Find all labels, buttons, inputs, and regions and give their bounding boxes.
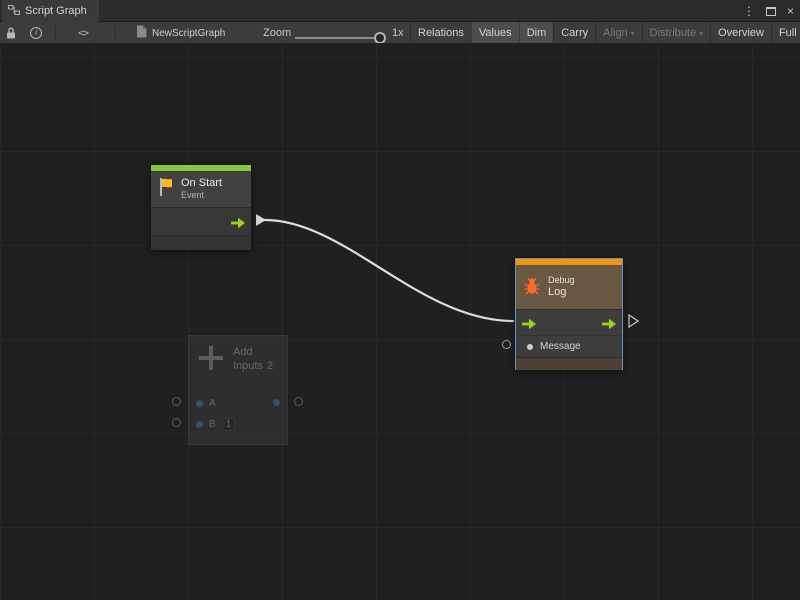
wire-source-arrow-icon — [256, 214, 266, 226]
add-title-line2: Inputs — [233, 359, 263, 373]
debug-footer — [516, 357, 622, 370]
input-b-value-field[interactable]: 1 — [222, 418, 236, 431]
input-a-port[interactable] — [196, 400, 203, 407]
input-b-target-ring[interactable] — [172, 418, 181, 427]
debug-title: Log — [548, 286, 575, 299]
on-start-title: On Start — [181, 177, 222, 190]
control-wire[interactable] — [265, 220, 513, 321]
script-graph-window: Script Graph ⋮ × i <> — [0, 0, 800, 600]
info-icon-glyph: i — [30, 27, 42, 39]
align-button[interactable]: Align ▾ — [595, 22, 641, 44]
info-icon[interactable]: i — [30, 22, 42, 44]
edit-code-icon[interactable]: <> — [78, 22, 88, 44]
overview-button[interactable]: Overview — [710, 22, 771, 44]
message-port-ring[interactable] — [502, 340, 511, 349]
distribute-button-label: Distribute — [650, 27, 696, 39]
toolbar-buttons: Relations Values Dim Carry Align ▾ Distr… — [410, 22, 800, 44]
flag-icon — [157, 176, 175, 203]
input-b-port[interactable] — [196, 421, 203, 428]
dim-button[interactable]: Dim — [519, 22, 554, 44]
chevron-down-icon: ▾ — [699, 29, 703, 38]
debug-category: Debug — [548, 275, 575, 286]
zoom-label: Zoom — [263, 22, 291, 44]
close-icon[interactable]: × — [787, 4, 794, 18]
values-button[interactable]: Values — [471, 22, 519, 44]
zoom-slider-track[interactable] — [295, 37, 385, 39]
graph-canvas[interactable]: On Start Event — [0, 44, 800, 600]
add-node-title: Add Inputs — [233, 345, 263, 373]
node-on-start[interactable]: On Start Event — [150, 164, 252, 250]
message-value-port[interactable] — [527, 344, 533, 350]
carry-button[interactable]: Carry — [553, 22, 595, 44]
relations-button[interactable]: Relations — [410, 22, 471, 44]
debug-message-row: Message — [516, 335, 622, 357]
on-start-subtitle: Event — [181, 190, 222, 201]
input-a-target-ring[interactable] — [172, 397, 181, 406]
output-flow-arrow-icon — [629, 315, 638, 327]
bug-icon — [522, 274, 542, 301]
graph-name-label: NewScriptGraph — [152, 28, 225, 39]
on-start-footer — [151, 235, 251, 250]
add-input-a-row: A — [196, 396, 216, 410]
connection-layer — [0, 44, 800, 600]
input-b-label: B — [209, 419, 216, 430]
add-input-b-row: B 1 — [196, 417, 235, 431]
node-add-inputs-ghost[interactable]: Add Inputs 2 A B 1 — [188, 335, 288, 445]
debug-port-row — [516, 309, 622, 335]
tab-script-graph[interactable]: Script Graph — [2, 0, 99, 22]
debug-output-port[interactable] — [601, 317, 617, 329]
on-start-header: On Start Event — [151, 171, 251, 207]
align-button-label: Align — [603, 27, 627, 39]
debug-header: Debug Log — [516, 265, 622, 309]
on-start-output-port[interactable] — [230, 216, 246, 228]
plus-icon — [199, 346, 223, 370]
add-output-port[interactable] — [273, 399, 280, 406]
add-output-target-ring[interactable] — [294, 397, 303, 406]
node-debug-log[interactable]: Debug Log — [515, 258, 623, 370]
input-a-label: A — [209, 398, 216, 409]
script-graph-asset-icon — [136, 25, 147, 41]
graph-toolbar: i <> NewScriptGraph Zoom 1x Relations Va… — [0, 22, 800, 44]
distribute-button[interactable]: Distribute ▾ — [642, 22, 710, 44]
kebab-menu-icon[interactable]: ⋮ — [743, 4, 755, 18]
lock-icon[interactable] — [5, 22, 17, 44]
tab-title: Script Graph — [25, 5, 87, 17]
add-inputs-count: 2 — [267, 360, 273, 372]
graph-asset-field[interactable]: NewScriptGraph — [136, 22, 225, 44]
fullscreen-button[interactable]: Full S — [771, 22, 800, 44]
zoom-slider-handle[interactable] — [374, 32, 386, 44]
add-title-line1: Add — [233, 345, 263, 359]
window-controls: ⋮ × — [743, 0, 794, 22]
zoom-value: 1x — [392, 22, 404, 44]
on-start-port-row — [151, 207, 251, 235]
graph-tab-icon — [8, 4, 20, 19]
chevron-down-icon: ▾ — [631, 29, 635, 38]
debug-input-port[interactable] — [521, 317, 537, 329]
titlebar: Script Graph ⋮ × — [0, 0, 800, 22]
toolbar-separator — [115, 25, 116, 41]
message-port-label: Message — [540, 341, 581, 352]
maximize-icon[interactable] — [766, 7, 776, 16]
toolbar-separator — [55, 25, 56, 41]
